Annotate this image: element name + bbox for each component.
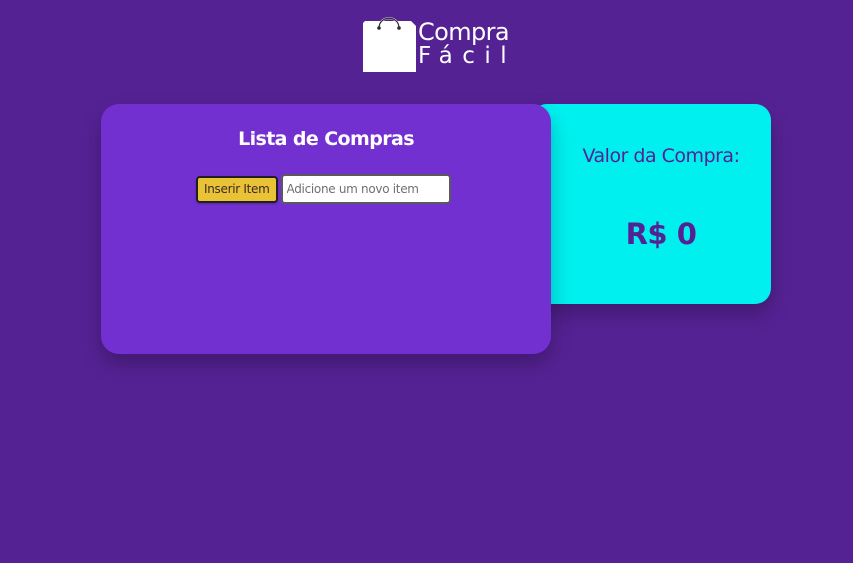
new-item-input[interactable]: [280, 174, 451, 204]
brand-line-facil: Fácil: [418, 43, 517, 69]
brand-line-compra: Compra: [418, 18, 510, 46]
shopping-bag-icon: [363, 17, 416, 72]
logo: Compra Fácil: [362, 12, 522, 74]
shopping-list-card: Lista de Compras Inserir Item: [101, 104, 551, 354]
total-label: Valor da Compra:: [582, 145, 740, 167]
insert-item-button[interactable]: Inserir Item: [196, 175, 278, 203]
item-controls: Inserir Item: [196, 174, 451, 204]
purchase-total-card: Valor da Compra: R$ 0: [531, 104, 771, 304]
brand-name: Compra Fácil: [418, 20, 516, 68]
list-title: Lista de Compras: [238, 128, 414, 150]
total-value: R$ 0: [625, 217, 697, 251]
